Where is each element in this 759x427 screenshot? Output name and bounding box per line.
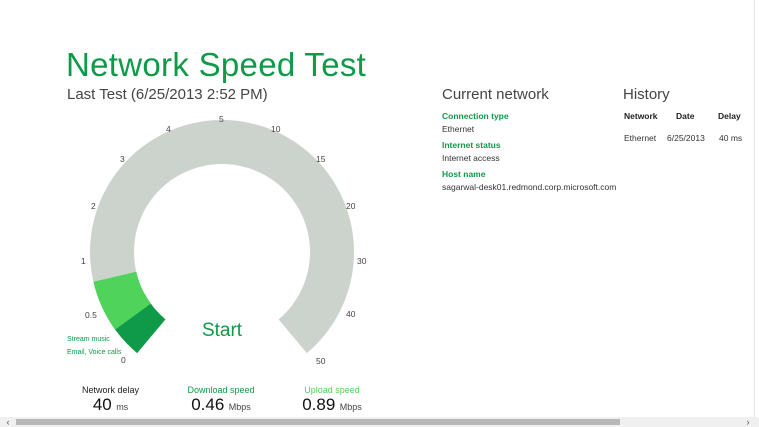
start-button[interactable]: Start bbox=[196, 318, 248, 344]
download-speed-value: 0.46 bbox=[191, 395, 225, 414]
scrollbar-thumb[interactable] bbox=[16, 419, 620, 425]
tick-label-5: 5 bbox=[219, 114, 224, 124]
upload-speed-unit: Mbps bbox=[339, 402, 362, 412]
host-name-label: Host name bbox=[442, 169, 486, 179]
download-speed-label: Download speed bbox=[187, 385, 255, 395]
upload-speed-value: 0.89 bbox=[302, 395, 336, 414]
tick-label-1: 1 bbox=[81, 256, 86, 266]
history-header-delay: Delay bbox=[718, 111, 741, 121]
history-cell-network: Ethernet bbox=[624, 133, 657, 143]
tick-label-10: 10 bbox=[271, 124, 281, 134]
upload-speed-metric: Upload speed 0.89 Mbps bbox=[298, 385, 366, 415]
internet-status-value: Internet access bbox=[442, 153, 500, 163]
tick-label-20: 20 bbox=[346, 201, 356, 211]
network-delay-metric: Network delay 40 ms bbox=[78, 385, 143, 415]
history-title: History bbox=[623, 86, 670, 103]
tick-label-2: 2 bbox=[91, 201, 96, 211]
upload-speed-label: Upload speed bbox=[304, 385, 360, 395]
network-delay-value: 40 bbox=[92, 395, 112, 414]
history-header-network: Network bbox=[624, 111, 658, 121]
tick-label-30: 30 bbox=[357, 256, 367, 266]
host-name-value: sagarwal-desk01.redmond.corp.microsoft.c… bbox=[442, 182, 617, 192]
tick-label-3: 3 bbox=[120, 154, 125, 164]
download-speed-unit: Mbps bbox=[228, 402, 251, 412]
tick-label-50: 50 bbox=[316, 356, 326, 366]
tick-label-0-5: 0.5 bbox=[85, 310, 97, 320]
internet-status-label: Internet status bbox=[442, 140, 501, 150]
legend-stream-music: Stream music bbox=[67, 336, 110, 343]
tick-label-4: 4 bbox=[166, 124, 171, 134]
history-cell-delay: 40 ms bbox=[719, 133, 743, 143]
scroll-right-arrow-icon[interactable]: › bbox=[743, 417, 753, 427]
history-header-date: Date bbox=[676, 111, 695, 121]
connection-type-value: Ethernet bbox=[442, 124, 475, 134]
download-speed-metric: Download speed 0.46 Mbps bbox=[185, 385, 257, 415]
legend-email-voice-calls: Email, Voice calls bbox=[67, 349, 122, 356]
tick-label-0: 0 bbox=[121, 355, 126, 365]
current-network-title: Current network bbox=[442, 86, 549, 103]
network-delay-label: Network delay bbox=[81, 385, 140, 395]
tick-label-40: 40 bbox=[346, 309, 356, 319]
right-edge-divider bbox=[754, 0, 759, 417]
network-delay-unit: ms bbox=[116, 402, 129, 412]
history-cell-date: 6/25/2013 bbox=[667, 133, 705, 143]
connection-type-label: Connection type bbox=[442, 111, 509, 121]
tick-label-15: 15 bbox=[316, 154, 326, 164]
scroll-left-arrow-icon[interactable]: ‹ bbox=[3, 417, 13, 427]
